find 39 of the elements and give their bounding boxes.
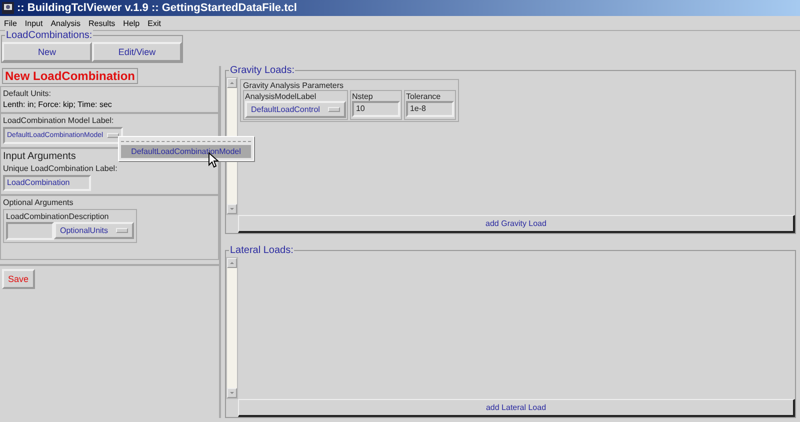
field-label: Unique LoadCombination Label: bbox=[3, 164, 118, 173]
group-title: LoadCombinationDescription bbox=[6, 212, 110, 221]
app-icon bbox=[2, 2, 14, 14]
param-label: Nstep bbox=[352, 92, 374, 101]
add-button[interactable]: add Lateral Load bbox=[238, 399, 795, 417]
param-label: Tolerance bbox=[406, 92, 442, 101]
add-button[interactable]: add Gravity Load bbox=[238, 215, 795, 233]
param-field[interactable]: 10 bbox=[352, 101, 400, 117]
scrollbar[interactable] bbox=[226, 257, 238, 399]
menu-item[interactable]: Help bbox=[123, 18, 140, 28]
section-title: Optional Arguments bbox=[3, 198, 74, 207]
menu-item[interactable]: Exit bbox=[148, 18, 161, 28]
description-field[interactable] bbox=[6, 222, 54, 240]
menu-item[interactable]: File bbox=[4, 18, 17, 28]
toolbar-button[interactable]: New bbox=[2, 42, 92, 62]
section-title: LoadCombination Model Label: bbox=[3, 116, 114, 125]
param-label: AnalysisModelLabel bbox=[245, 92, 318, 101]
scroll-down-button[interactable] bbox=[227, 204, 237, 214]
units-dropdown[interactable]: OptionalUnits bbox=[54, 222, 134, 239]
form-heading: New LoadCombination bbox=[2, 68, 138, 84]
scroll-down-button[interactable] bbox=[227, 388, 237, 398]
group-title: Gravity Loads: bbox=[229, 65, 296, 76]
section-title: Input Arguments bbox=[3, 151, 76, 162]
units-text: Lenth: in; Force: kip; Time: sec bbox=[3, 100, 112, 109]
group-title: Gravity Analysis Parameters bbox=[243, 81, 344, 90]
group-title: Lateral Loads: bbox=[229, 245, 294, 256]
menu-item[interactable]: Results bbox=[88, 18, 116, 28]
toolbar-button[interactable]: Edit/View bbox=[92, 42, 182, 62]
scroll-up-button[interactable] bbox=[227, 258, 237, 268]
group-title: LoadCombinations: bbox=[5, 30, 94, 41]
param-field[interactable]: 1e-8 bbox=[406, 101, 454, 117]
label-field[interactable]: LoadCombination bbox=[3, 175, 91, 191]
menu-option[interactable]: DefaultLoadCombinationModel bbox=[121, 145, 251, 158]
menu-item[interactable]: Analysis bbox=[50, 18, 80, 28]
window-title: :: BuildingTclViewer v.1.9 :: GettingStartedDataFile.tcl bbox=[17, 2, 297, 14]
section-title: Default Units: bbox=[3, 89, 52, 98]
scroll-up-button[interactable] bbox=[227, 78, 237, 88]
menu-item[interactable]: Input bbox=[24, 18, 43, 28]
param-dropdown[interactable]: DefaultLoadControl bbox=[245, 101, 346, 118]
